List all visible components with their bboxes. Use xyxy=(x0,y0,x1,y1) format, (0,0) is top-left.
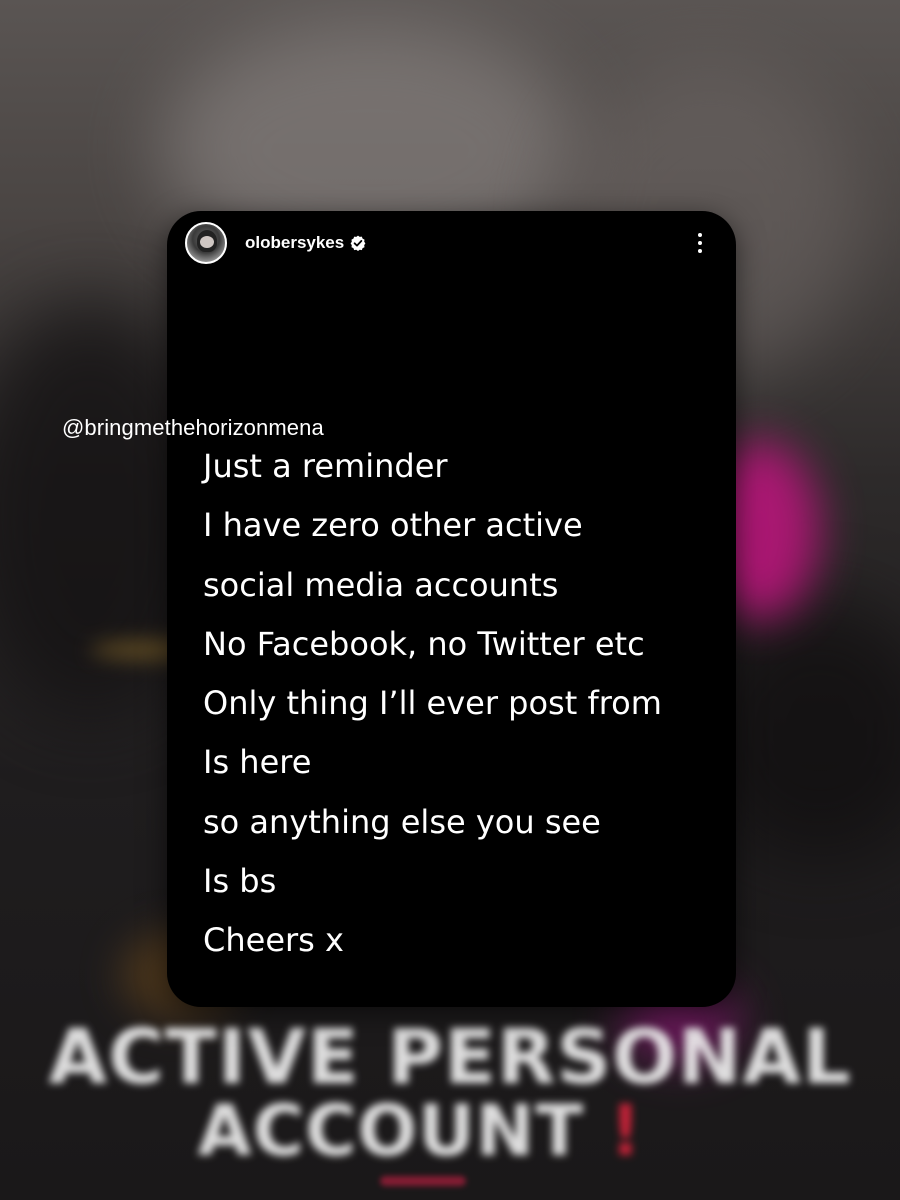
story-line: Just a reminder xyxy=(203,447,448,485)
story-line: Cheers x xyxy=(203,921,344,960)
story-line: Is bs xyxy=(203,862,277,901)
story-message: Just a reminder I have zero other active… xyxy=(203,437,662,971)
background-title-line-2: ACCOUNT ! xyxy=(0,1090,870,1172)
background-title-mark: ! xyxy=(609,1090,643,1172)
background-red-bar xyxy=(380,1176,466,1186)
background-title-word: ACCOUNT xyxy=(197,1090,585,1172)
avatar[interactable] xyxy=(185,222,227,264)
background-title-line-1: ACTIVE PERSONAL xyxy=(48,1012,852,1101)
more-vertical-icon[interactable] xyxy=(688,229,712,257)
story-line: I have zero other active xyxy=(203,506,583,545)
story-line: No Facebook, no Twitter etc xyxy=(203,624,645,663)
blurred-background: ACTIVE PERSONAL ACCOUNT ! olobersykes Ju… xyxy=(0,0,900,1200)
story-line: Only thing I’ll ever post from xyxy=(203,684,662,723)
watermark-handle: @bringmethehorizonmena xyxy=(62,415,324,440)
username[interactable]: olobersykes xyxy=(245,233,344,253)
verified-badge-icon xyxy=(350,235,366,251)
story-line: Is here xyxy=(203,743,312,782)
story-line: so anything else you see xyxy=(203,802,601,841)
story-header: olobersykes xyxy=(185,221,718,265)
story-line: social media accounts xyxy=(203,565,559,604)
story-card: olobersykes Just a reminder I have zero … xyxy=(167,211,736,1007)
